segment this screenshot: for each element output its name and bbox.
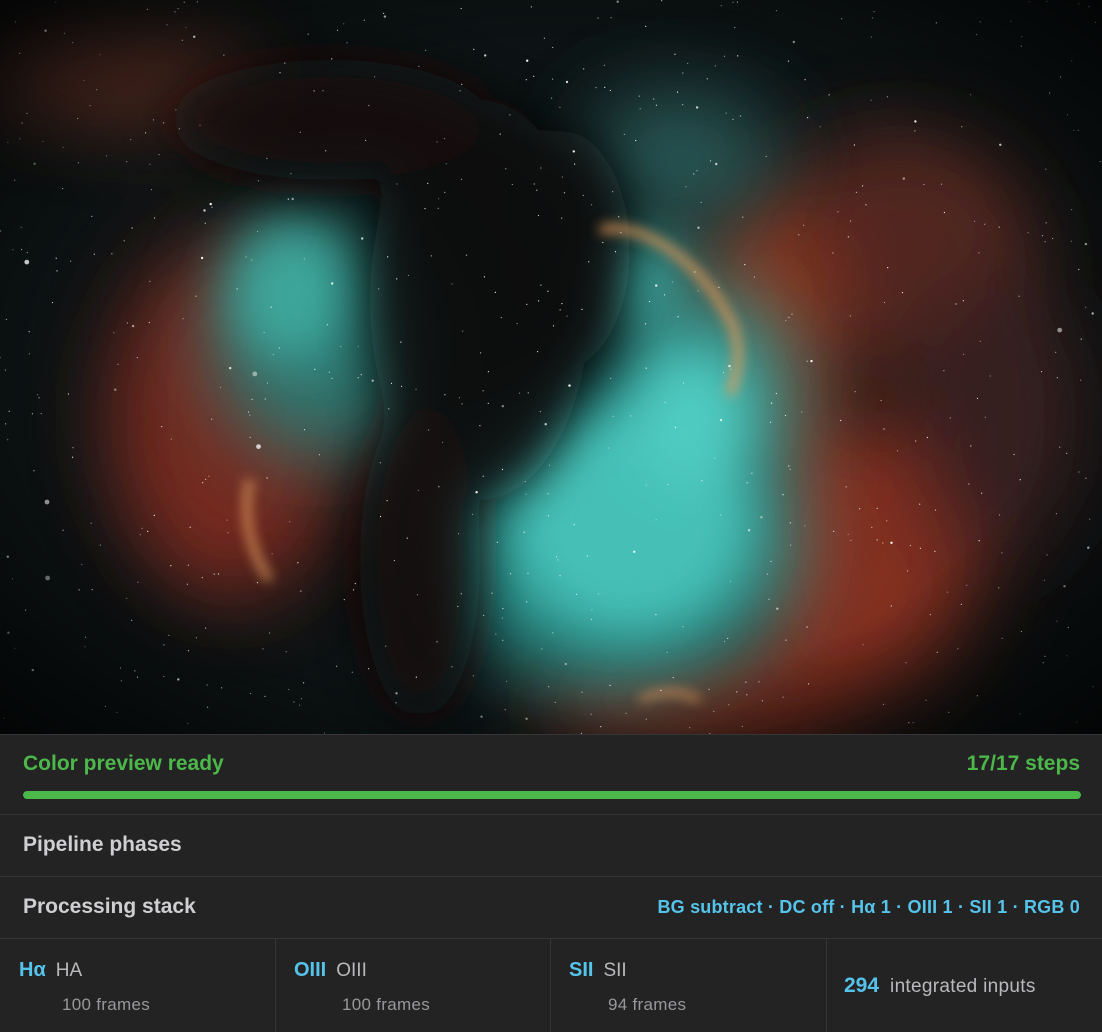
color-preview-image[interactable] bbox=[0, 0, 1102, 734]
nebula-image bbox=[0, 0, 1102, 734]
channel-symbol: SII bbox=[569, 959, 594, 981]
channel-name: HA bbox=[55, 960, 83, 981]
channel-tiles: Hα HA 100 frames OIII OIII 100 frames SI… bbox=[0, 938, 1102, 1032]
progress-fill bbox=[23, 791, 1081, 799]
channel-frames: 94 frames bbox=[608, 995, 687, 1014]
pipeline-phases-row[interactable]: Pipeline phases bbox=[0, 814, 1102, 876]
channel-name: SII bbox=[603, 960, 627, 981]
pipeline-phases-title: Pipeline phases bbox=[23, 833, 182, 856]
channel-tile-sii[interactable]: SII SII 94 frames bbox=[551, 939, 827, 1032]
processing-stack-summary: BG subtract · DC off · Hα 1 · OIII 1 · S… bbox=[657, 897, 1080, 917]
processing-stack-row[interactable]: Processing stack BG subtract · DC off · … bbox=[0, 876, 1102, 938]
channel-tile-oiii[interactable]: OIII OIII 100 frames bbox=[276, 939, 551, 1032]
channel-name: OIII bbox=[336, 960, 367, 981]
channel-tile-ha[interactable]: Hα HA 100 frames bbox=[0, 939, 276, 1032]
status-title: Color preview ready bbox=[23, 752, 224, 775]
status-panel: Color preview ready 17/17 steps bbox=[0, 734, 1102, 814]
integrated-total-tile: 294 integrated inputs bbox=[827, 939, 1102, 1032]
steps-counter: 17/17 steps bbox=[966, 752, 1080, 775]
processing-stack-title: Processing stack bbox=[23, 895, 196, 918]
integrated-label: integrated inputs bbox=[890, 976, 1036, 997]
progress-bar bbox=[23, 791, 1081, 799]
channel-frames: 100 frames bbox=[342, 995, 431, 1014]
channel-frames: 100 frames bbox=[62, 995, 151, 1014]
channel-symbol: OIII bbox=[294, 959, 327, 981]
channel-symbol: Hα bbox=[19, 959, 46, 981]
integrated-count: 294 bbox=[844, 974, 880, 997]
app-window: Color preview ready 17/17 steps Pipeline… bbox=[0, 0, 1102, 1032]
